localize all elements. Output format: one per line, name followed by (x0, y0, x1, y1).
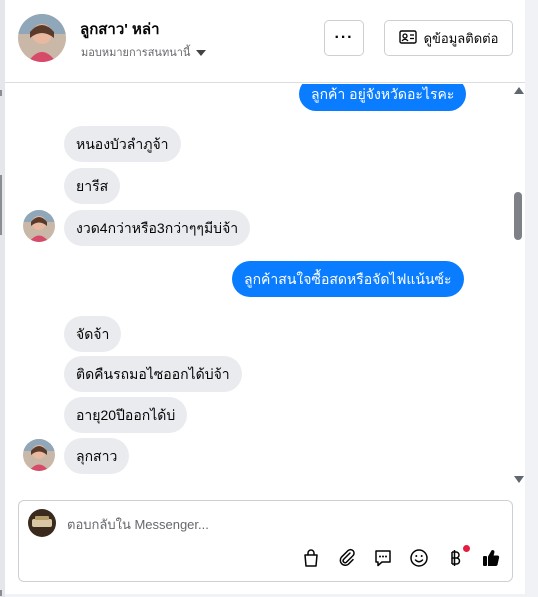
message-bubble-incoming: จัดจ้า (64, 316, 122, 352)
notification-dot (463, 545, 470, 552)
like-icon[interactable] (480, 547, 502, 569)
caret-down-icon (196, 49, 207, 56)
message-bubble-incoming: ยารีส (64, 168, 121, 204)
sender-avatar (23, 439, 55, 471)
assign-conversation-dropdown[interactable]: มอบหมายการสนทนานี้ (81, 43, 207, 61)
message-bubble-outgoing: ลูกค้าสนใจซื้อสดหรือจัดไฟแน้นซ์ะ (232, 261, 464, 297)
paperclip-icon[interactable] (336, 547, 358, 569)
view-contact-info-button[interactable]: ดูข้อมูลติดต่อ (384, 20, 513, 56)
page-avatar (28, 509, 56, 537)
assign-conversation-label: มอบหมายการสนทนานี้ (81, 47, 191, 59)
conversation-panel: ลูกสาว' หล่า มอบหมายการสนทนานี้ ··· ดูข้… (5, 0, 525, 594)
saved-reply-icon[interactable] (372, 547, 394, 569)
reply-message-input[interactable] (67, 514, 487, 534)
shopping-bag-icon[interactable] (300, 547, 322, 569)
message-bubble-incoming: งวด4กว่าหรือ3กว่าๆๆมีบ่จ้า (64, 210, 251, 246)
conversation-header: ลูกสาว' หล่า มอบหมายการสนทนานี้ ··· ดูข้… (5, 0, 525, 83)
contact-avatar[interactable] (18, 14, 66, 62)
message-scrollbar[interactable] (511, 84, 525, 494)
scroll-down-arrow-icon[interactable] (514, 476, 524, 483)
message-bubble-outgoing: ลูกค้า อยู่จังหวัดอะไรคะ (299, 84, 467, 111)
contact-card-icon (398, 29, 417, 47)
baht-payment-icon[interactable] (444, 545, 470, 569)
contact-name: ลูกสาว' หล่า (80, 21, 160, 38)
message-bubble-incoming: ติดคืนรถมอไซออกได้บ่จ้า (64, 356, 242, 392)
emoji-icon[interactable] (408, 547, 430, 569)
message-thread[interactable]: ลูกค้า อยู่จังหวัดอะไรคะ หนองบัวลำภูจ้า … (5, 84, 525, 494)
message-bubble-incoming: ลุกสาว (64, 438, 130, 474)
scroll-up-arrow-icon[interactable] (514, 87, 524, 94)
view-contact-info-label: ดูข้อมูลติดต่อ (423, 30, 499, 46)
sender-avatar (23, 210, 55, 242)
more-options-button[interactable]: ··· (324, 20, 364, 56)
message-bubble-incoming: อายุ20ปีออกได้บ่ (64, 397, 188, 433)
message-bubble-incoming: หนองบัวลำภูจ้า (64, 126, 181, 162)
scrollbar-thumb[interactable] (514, 192, 522, 240)
message-composer (18, 500, 513, 582)
